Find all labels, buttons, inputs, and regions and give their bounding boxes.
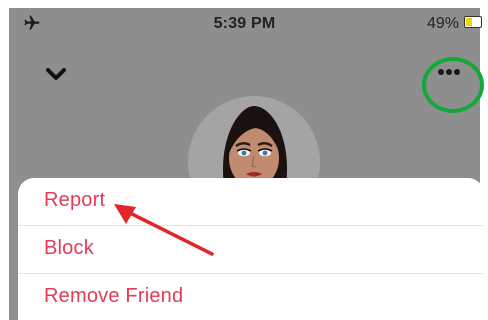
frame-edge-top	[0, 0, 488, 8]
block-option-label: Block	[44, 237, 94, 259]
remove-friend-option[interactable]: Remove Friend	[18, 274, 484, 320]
screen: 5:39 PM 49% Report Block Remove Friend	[0, 0, 488, 320]
chevron-down-icon[interactable]	[44, 66, 68, 84]
battery-level-fill	[466, 18, 472, 26]
battery-icon	[464, 16, 482, 28]
report-option[interactable]: Report	[18, 178, 484, 225]
block-option[interactable]: Block	[18, 226, 484, 273]
battery-percent: 49%	[427, 15, 460, 32]
highlight-circle	[422, 57, 484, 113]
frame-edge-left	[0, 0, 9, 320]
report-option-label: Report	[44, 189, 106, 211]
divider	[18, 225, 484, 226]
annotation-arrow-icon	[114, 204, 214, 256]
action-sheet: Report Block Remove Friend	[18, 178, 484, 320]
status-bar: 5:39 PM 49%	[9, 8, 482, 38]
remove-friend-option-label: Remove Friend	[44, 285, 184, 307]
divider	[18, 273, 484, 274]
status-time: 5:39 PM	[213, 15, 276, 32]
